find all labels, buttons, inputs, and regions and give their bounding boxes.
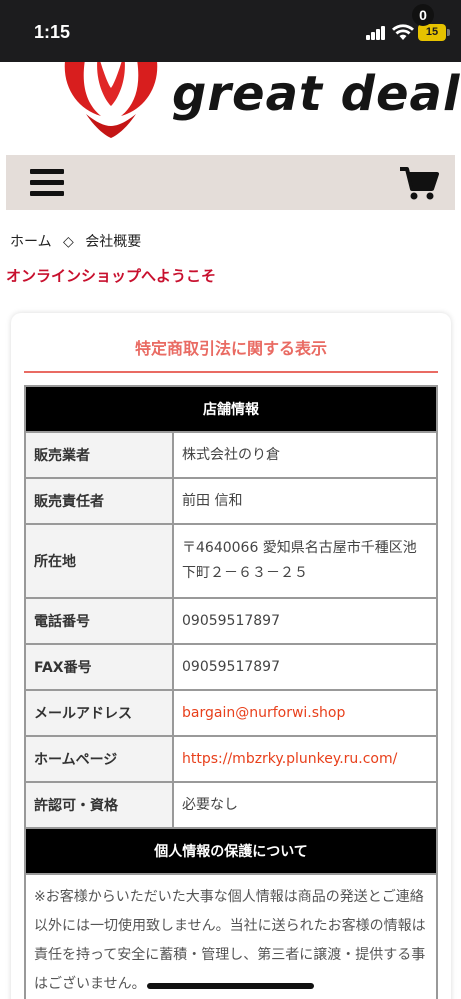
row-label: FAX番号 [24,643,174,691]
cart-count-badge: 0 [412,4,434,26]
breadcrumb-home-link[interactable]: ホーム [10,234,52,250]
cart-icon[interactable] [398,163,442,203]
status-bar: 1:15 15 [0,0,461,62]
row-value: 前田 信和 [172,477,438,525]
welcome-message: オンラインショップへようこそ [6,267,217,285]
row-label: 許認可・資格 [24,781,174,829]
row-value: 株式会社のり倉 [172,431,438,479]
table-row: 許認可・資格 必要なし [24,781,438,829]
row-label: ホームページ [24,735,174,783]
store-info-header: 店舗情報 [24,385,438,433]
table-row: ホームページ https://mbzrky.plunkey.ru.com/ [24,735,438,783]
breadcrumb-separator: ◇ [63,234,74,250]
row-label: 電話番号 [24,597,174,645]
homepage-link[interactable]: https://mbzrky.plunkey.ru.com/ [172,735,438,783]
row-value: 09059517897 [172,597,438,645]
email-link[interactable]: bargain@nurforwi.shop [172,689,438,737]
row-label: 所在地 [24,523,174,599]
card-title: 特定商取引法に関する表示 [134,339,327,358]
phoenix-logo-icon [64,62,158,138]
home-indicator[interactable] [147,983,314,989]
legal-info-card: 特定商取引法に関する表示 店舗情報 販売業者 株式会社のり倉 販売責任者 前田 … [11,313,451,999]
nav-bar [6,155,455,210]
privacy-text: ※お客様からいただいた大事な個人情報は商品の発送とご連絡以外には一切使用致しませ… [24,873,438,999]
table-row: 販売責任者 前田 信和 [24,477,438,525]
row-label: メールアドレス [24,689,174,737]
wifi-icon [392,24,414,40]
table-row: FAX番号 09059517897 [24,643,438,691]
table-row: 販売業者 株式会社のり倉 [24,431,438,479]
row-value: 09059517897 [172,643,438,691]
logo-text: great deal [172,66,461,122]
battery-icon: 15 [418,24,446,41]
row-value: 〒4640066 愛知県名古屋市千種区池下町２－６３－２５ [172,523,438,599]
row-value: 必要なし [172,781,438,829]
row-label: 販売責任者 [24,477,174,525]
table-row: ※お客様からいただいた大事な個人情報は商品の発送とご連絡以外には一切使用致しませ… [24,873,438,999]
hamburger-icon[interactable] [30,169,64,197]
cellular-signal-icon [366,26,386,40]
privacy-header: 個人情報の保護について [24,827,438,875]
battery-tip [447,29,450,36]
table-row: 所在地 〒4640066 愛知県名古屋市千種区池下町２－６３－２５ [24,523,438,599]
store-info-table: 店舗情報 販売業者 株式会社のり倉 販売責任者 前田 信和 所在地 〒46400… [24,385,438,999]
site-header-logo[interactable]: great deal [0,62,461,154]
table-row: 電話番号 09059517897 [24,597,438,645]
title-divider [24,371,438,373]
breadcrumb-current: 会社概要 [85,234,142,250]
table-row: メールアドレス bargain@nurforwi.shop [24,689,438,737]
status-time: 1:15 [34,22,71,42]
breadcrumb: ホーム ◇ 会社概要 [10,231,148,251]
row-label: 販売業者 [24,431,174,479]
